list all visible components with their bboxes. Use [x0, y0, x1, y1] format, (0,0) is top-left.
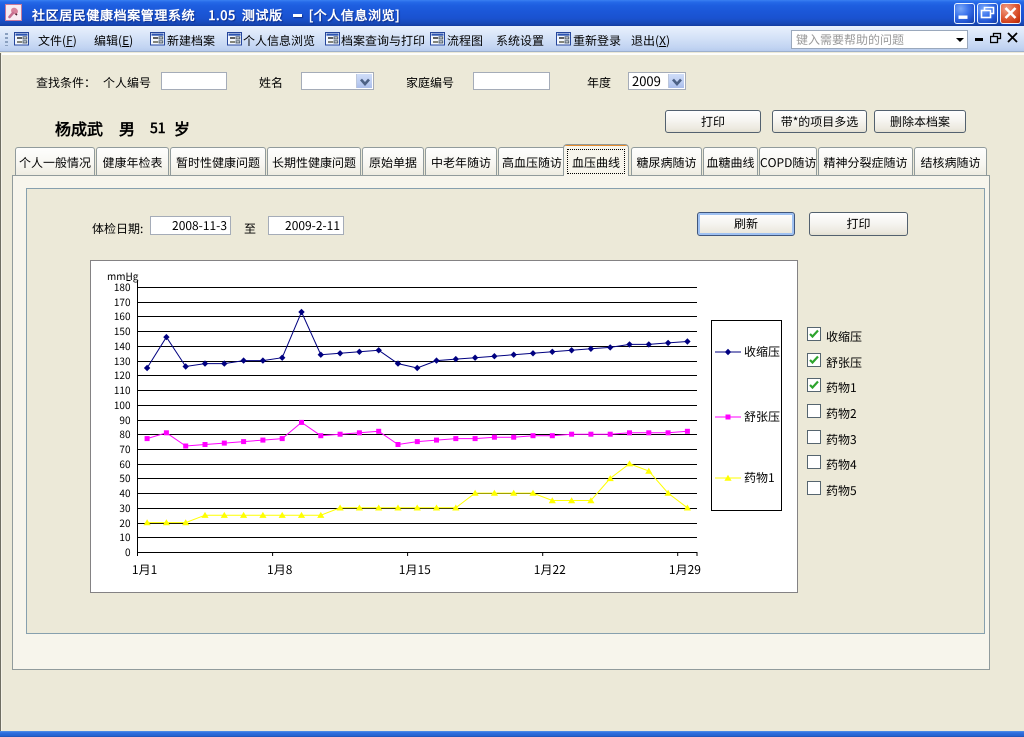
svg-text:160: 160: [114, 308, 131, 323]
svg-text:130: 130: [114, 353, 131, 368]
svg-text:50: 50: [119, 470, 131, 485]
svg-text:10: 10: [119, 529, 131, 544]
svg-text:60: 60: [119, 456, 131, 471]
svg-text:120: 120: [114, 367, 131, 382]
svg-text:150: 150: [114, 323, 131, 338]
svg-text:1月8: 1月8: [267, 561, 293, 578]
svg-text:1月29: 1月29: [669, 561, 701, 578]
svg-text:110: 110: [114, 382, 131, 397]
svg-text:1月15: 1月15: [399, 561, 431, 578]
svg-text:70: 70: [119, 441, 131, 456]
svg-text:药物1: 药物1: [744, 469, 775, 486]
svg-text:1月22: 1月22: [534, 561, 566, 578]
svg-text:0: 0: [125, 544, 131, 559]
svg-text:舒张压: 舒张压: [744, 408, 780, 425]
svg-text:80: 80: [119, 426, 131, 441]
svg-text:1月1: 1月1: [132, 561, 157, 578]
svg-text:90: 90: [119, 412, 131, 427]
svg-text:收缩压: 收缩压: [744, 343, 780, 360]
svg-text:100: 100: [114, 397, 131, 412]
svg-text:30: 30: [119, 500, 131, 515]
svg-text:mmHg: mmHg: [107, 268, 139, 283]
svg-text:20: 20: [119, 515, 131, 530]
svg-text:140: 140: [114, 338, 131, 353]
svg-text:40: 40: [119, 485, 131, 500]
svg-text:170: 170: [114, 294, 131, 309]
